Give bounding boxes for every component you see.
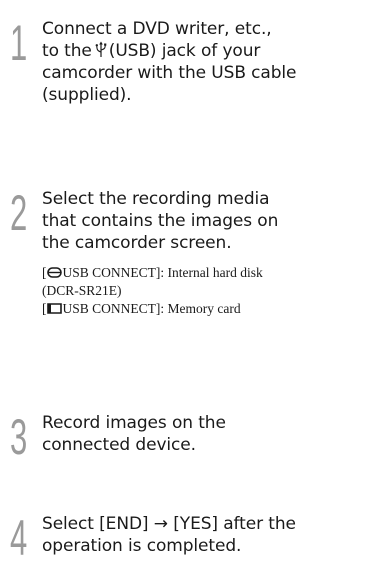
step-line: operation is completed. [42, 536, 242, 556]
media-note-list: [ USB CONNECT]: Internal hard disk (DCR-… [42, 264, 364, 318]
step-text: Select [END] → [YES] after the operation… [42, 513, 364, 557]
step-line: Select the recording media [42, 189, 270, 209]
step-line: the camcorder screen. [42, 233, 232, 253]
step-number: 4 [10, 510, 28, 566]
media-note-hard-disk: [ USB CONNECT]: Internal hard disk [42, 265, 263, 280]
step-number: 3 [10, 409, 28, 465]
hard-disk-icon [46, 267, 62, 278]
step-line: connected device. [42, 435, 196, 455]
media-note-model: (DCR-SR21E) [42, 283, 122, 298]
step-line: (supplied). [42, 85, 132, 105]
step-text: Select the recording media that contains… [42, 188, 364, 254]
step-line: to the (USB) jack of your [42, 40, 364, 62]
step-line: that contains the images on [42, 211, 279, 231]
step-text: Connect a DVD writer, etc., to the (USB)… [42, 18, 364, 106]
usb-icon [95, 41, 107, 57]
step-number: 1 [10, 15, 28, 71]
step-line: Select [END] → [YES] after the [42, 513, 364, 535]
step-line: Connect a DVD writer, etc., [42, 19, 272, 39]
arrow-icon: → [153, 514, 168, 534]
step-line-part: to the [42, 41, 92, 61]
step-line-part: Select [END] [42, 514, 149, 534]
step-line: camcorder with the USB cable [42, 63, 297, 83]
step-text: Record images on the connected device. [42, 412, 364, 456]
media-note-text: USB CONNECT]: Memory card [62, 301, 241, 316]
media-note-text: USB CONNECT]: Internal hard disk [62, 265, 263, 280]
step-line: Record images on the [42, 413, 226, 433]
media-note-memory-card: [ USB CONNECT]: Memory card [42, 301, 241, 316]
step-line-part: (USB) jack of your [108, 41, 261, 61]
memory-card-icon [46, 303, 62, 314]
step-number: 2 [10, 185, 28, 241]
step-line-part: [YES] after the [173, 514, 296, 534]
